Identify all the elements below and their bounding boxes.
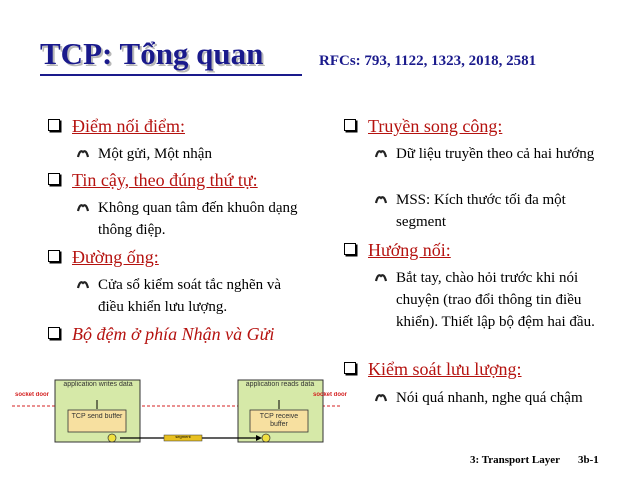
- send-buffer-label: TCP send buffer: [71, 413, 123, 420]
- segment-label: segment: [175, 434, 191, 439]
- hollow-bullet-icon: [374, 150, 388, 158]
- sub-bullet-no-message-boundaries: Không quan tâm đến khuôn dạng thông điệp…: [76, 197, 308, 241]
- tcp-buffer-diagram: socket door socket door application writ…: [12, 379, 347, 443]
- rfcs-reference: RFCs: 793, 1122, 1323, 2018, 2581: [319, 53, 537, 69]
- checkbox-bullet-icon: [48, 250, 60, 262]
- hollow-bullet-icon: [374, 196, 388, 204]
- sub-bullet-handshaking: Bắt tay, chào hỏi trước khi nói chuyện (…: [374, 267, 606, 333]
- footer-page-number: 3b-1: [578, 454, 599, 466]
- sub-bullet-mss: MSS: Kích thước tối đa một segment: [374, 189, 611, 233]
- hollow-bullet-icon: [76, 281, 90, 289]
- hollow-bullet-icon: [374, 394, 388, 402]
- bullet-connection-oriented: Hướng nối:: [344, 240, 451, 261]
- bullet-reliable-ordered: Tin cậy, theo đúng thứ tự:: [48, 170, 258, 191]
- checkbox-bullet-icon: [344, 119, 356, 131]
- application-reads-label: application reads data: [245, 381, 315, 388]
- checkbox-bullet-icon: [48, 327, 60, 339]
- send-socket-icon: [107, 433, 117, 443]
- bullet-flow-control: Kiểm soát lưu lượng:: [344, 359, 522, 380]
- receive-socket-icon: [261, 433, 271, 443]
- checkbox-bullet-icon: [48, 173, 60, 185]
- sub-bullet-congestion-window: Cửa sổ kiểm soát tắc nghẽn và điều khiển…: [76, 274, 308, 318]
- sub-bullet-one-sender: Một gửi, Một nhận: [76, 143, 298, 165]
- receive-buffer-label-wrap: TCP receive buffer: [259, 413, 299, 428]
- left-socket-door-label: socket door: [14, 392, 49, 398]
- checkbox-bullet-icon: [344, 362, 356, 374]
- hollow-bullet-icon: [76, 150, 90, 158]
- checkbox-bullet-icon: [48, 119, 60, 131]
- sub-bullet-bidirectional-data: Dữ liệu truyền theo cả hai hướng: [374, 143, 606, 165]
- send-buffer-label-wrap: TCP send buffer: [71, 413, 123, 420]
- slide-title: TCP: Tổng quan: [40, 36, 264, 71]
- left-socket-door-label-wrap: socket door: [14, 392, 49, 398]
- title-underline: [40, 74, 302, 76]
- segment-label-wrap: segment: [175, 434, 191, 439]
- sub-bullet-sender-too-fast: Nói quá nhanh, nghe quá chậm: [374, 387, 596, 409]
- receive-buffer-label: TCP receive buffer: [259, 413, 299, 428]
- left-app-label-wrap: application writes data: [63, 381, 133, 388]
- hollow-bullet-icon: [374, 274, 388, 282]
- hollow-bullet-icon: [76, 204, 90, 212]
- right-app-label-wrap: application reads data: [245, 381, 315, 388]
- slide-footer: 3: Transport Layer 3b-1: [470, 454, 599, 466]
- application-writes-label: application writes data: [63, 381, 133, 388]
- bullet-pipelined: Đường ống:: [48, 247, 159, 268]
- bullet-full-duplex: Truyền song công:: [344, 116, 502, 137]
- bullet-send-receive-buffers: Bộ đệm ở phía Nhận và Gửi: [48, 324, 274, 345]
- bullet-point-to-point: Điểm nối điểm:: [48, 116, 185, 137]
- checkbox-bullet-icon: [344, 243, 356, 255]
- footer-section: 3: Transport Layer: [470, 454, 561, 466]
